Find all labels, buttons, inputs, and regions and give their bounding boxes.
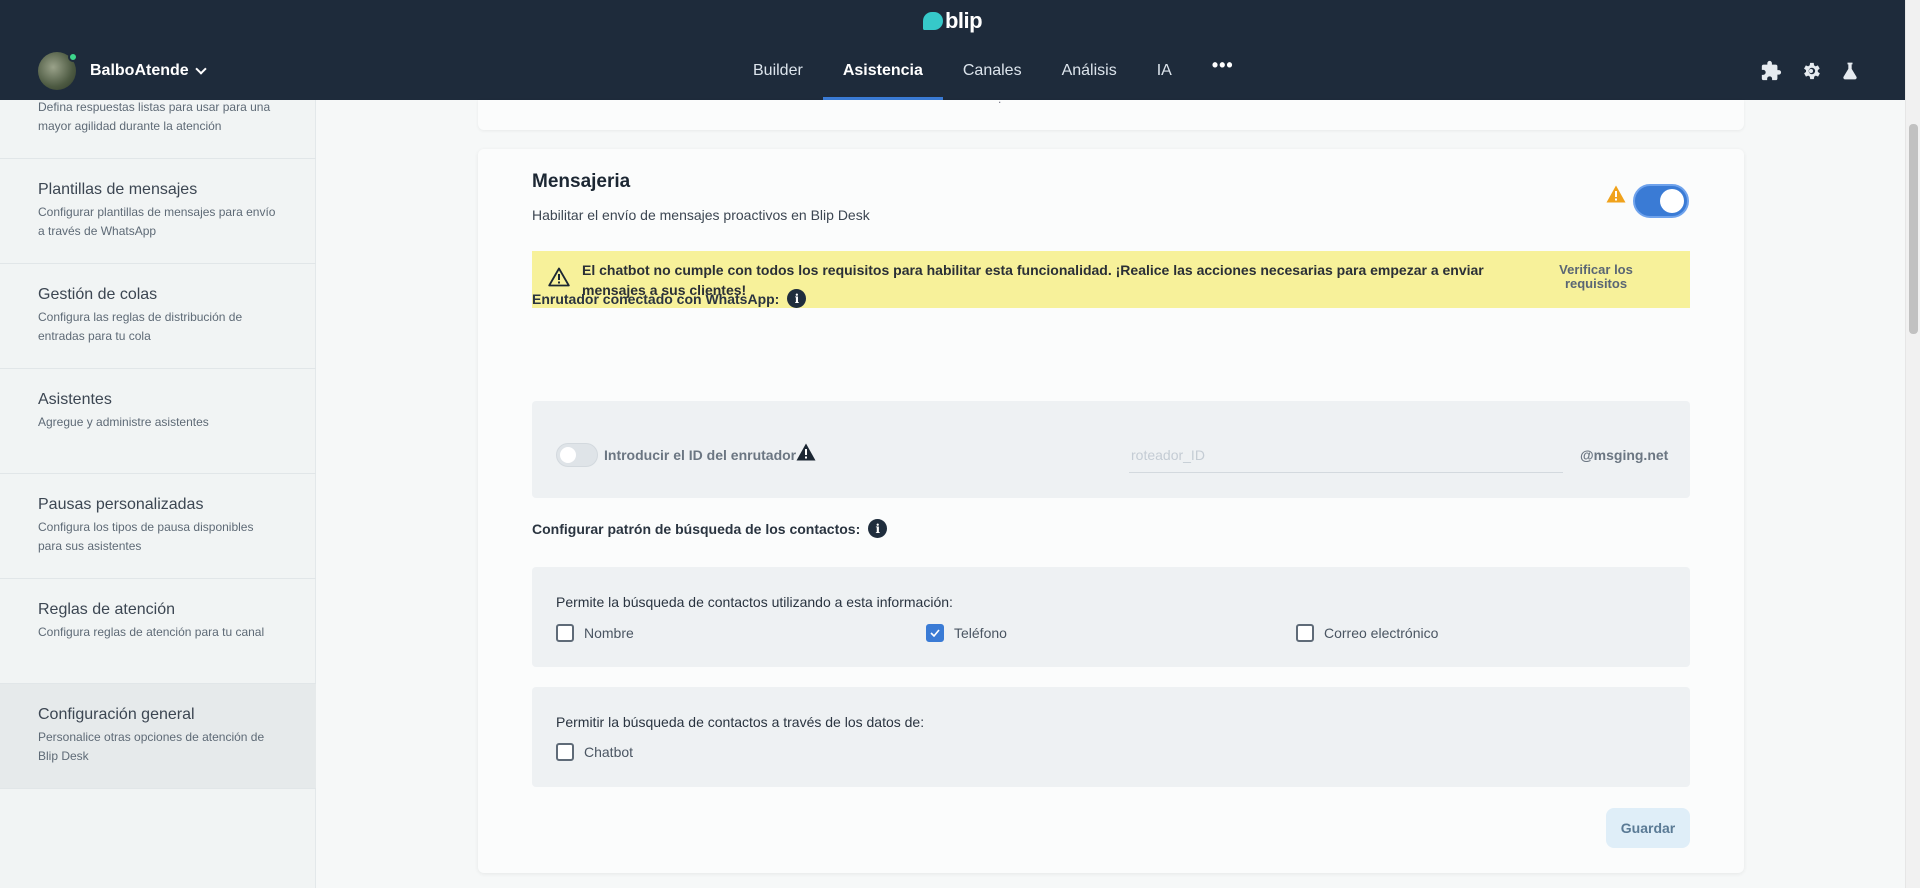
sidebar-item-title: Reglas de atención bbox=[38, 601, 175, 618]
router-section-label: Enrutador conectado con WhatsApp: i bbox=[532, 289, 807, 308]
sidebar-item-desc: Configurar plantillas de mensajes para e… bbox=[38, 205, 276, 238]
sidebar-item-desc: Configura reglas de atención para tu can… bbox=[38, 625, 265, 639]
verify-requirements-link[interactable]: Verificar los requisitos bbox=[1536, 263, 1656, 291]
router-panel: Introducir el ID del enrutador @msging.n… bbox=[532, 401, 1690, 498]
checkbox-correo[interactable]: Correo electrónico bbox=[1296, 624, 1438, 642]
previous-section-text: . bbox=[998, 92, 1002, 106]
brand-logo[interactable]: blip bbox=[0, 8, 1905, 34]
online-status-icon bbox=[68, 52, 78, 62]
save-button[interactable]: Guardar bbox=[1606, 808, 1690, 848]
search-data-panel: Permitir la búsqueda de contactos a trav… bbox=[532, 687, 1690, 787]
checkbox-label: Chatbot bbox=[584, 744, 634, 760]
router-id-label: Introducir el ID del enrutador bbox=[604, 447, 797, 463]
scrollbar-thumb[interactable] bbox=[1909, 124, 1918, 334]
user-menu[interactable]: BalboAtende bbox=[38, 52, 207, 90]
sidebar-item-title: Gestión de colas bbox=[38, 286, 158, 303]
user-name[interactable]: BalboAtende bbox=[90, 62, 207, 80]
toggle-knob bbox=[1660, 189, 1684, 213]
search-data-prompt: Permitir la búsqueda de contactos a trav… bbox=[556, 714, 925, 730]
router-domain-suffix: @msging.net bbox=[1580, 447, 1669, 463]
sidebar-item-desc: Personalice otras opciones de atención d… bbox=[38, 730, 265, 763]
user-name-label: BalboAtende bbox=[90, 62, 189, 79]
nav-builder[interactable]: Builder bbox=[733, 50, 823, 100]
avatar[interactable] bbox=[38, 52, 78, 90]
router-warning-icon[interactable] bbox=[796, 443, 816, 466]
sidebar-item-asistentes[interactable]: Asistentes Agregue y administre asistent… bbox=[0, 369, 316, 474]
router-id-toggle[interactable] bbox=[556, 443, 598, 467]
checkbox-label: Nombre bbox=[584, 625, 634, 641]
chevron-down-icon bbox=[195, 62, 207, 75]
search-pattern-section-label: Configurar patrón de búsqueda de los con… bbox=[532, 519, 888, 538]
checkbox-nombre[interactable]: Nombre bbox=[556, 624, 634, 642]
sidebar-item-title: Pausas personalizadas bbox=[38, 496, 204, 513]
sidebar-item-colas[interactable]: Gestión de colas Configura las reglas de… bbox=[0, 264, 316, 369]
sidebar-item-title: Asistentes bbox=[38, 391, 112, 408]
sidebar-item-desc: Configura las reglas de distribución de … bbox=[38, 310, 243, 343]
section-subtitle: Habilitar el envío de mensajes proactivo… bbox=[532, 207, 870, 223]
sidebar-item-desc: Defina respuestas listas para usar para … bbox=[38, 100, 271, 133]
checkbox-label: Correo electrónico bbox=[1324, 625, 1439, 641]
brand-name: blip bbox=[944, 8, 983, 33]
checkbox-box bbox=[556, 624, 574, 642]
toolbar-icons bbox=[1760, 60, 1860, 82]
top-bar: blip BalboAtende Builder Asistencia Cana… bbox=[0, 0, 1905, 100]
router-label: Enrutador conectado con WhatsApp: bbox=[532, 290, 780, 307]
sidebar-item-desc: Agregue y administre asistentes bbox=[38, 415, 209, 429]
nav-ia[interactable]: IA bbox=[1137, 50, 1192, 100]
puzzle-icon[interactable] bbox=[1760, 60, 1782, 82]
search-pattern-label: Configurar patrón de búsqueda de los con… bbox=[532, 520, 861, 537]
toggle-knob bbox=[560, 447, 576, 463]
section-title: Mensajeria bbox=[532, 171, 631, 192]
warning-icon[interactable] bbox=[1606, 185, 1626, 208]
nav-analisis[interactable]: Análisis bbox=[1042, 50, 1137, 100]
sidebar-item-title: Configuración general bbox=[38, 706, 195, 723]
sidebar-item-title: Plantillas de mensajes bbox=[38, 181, 198, 198]
gear-icon[interactable] bbox=[1800, 60, 1822, 82]
checkmark-icon bbox=[930, 629, 940, 637]
sidebar-item-pausas[interactable]: Pausas personalizadas Configura los tipo… bbox=[0, 474, 316, 579]
sidebar-item-configuracion[interactable]: Configuración general Personalice otras … bbox=[0, 684, 316, 789]
sidebar-item-reglas[interactable]: Reglas de atención Configura reglas de a… bbox=[0, 579, 316, 684]
info-icon[interactable]: i bbox=[787, 289, 807, 308]
blip-logo-icon bbox=[922, 12, 943, 30]
checkbox-telefono[interactable]: Teléfono bbox=[926, 624, 1007, 642]
info-icon[interactable]: i bbox=[868, 519, 888, 538]
search-info-panel: Permite la búsqueda de contactos utiliza… bbox=[532, 567, 1690, 667]
messaging-card: Mensajeria Habilitar el envío de mensaje… bbox=[478, 149, 1744, 873]
nav-canales[interactable]: Canales bbox=[943, 50, 1042, 100]
checkbox-box bbox=[1296, 624, 1314, 642]
main-nav: Builder Asistencia Canales Análisis IA •… bbox=[733, 50, 1254, 100]
router-id-input[interactable] bbox=[1129, 437, 1563, 473]
settings-sidebar: Defina respuestas listas para usar para … bbox=[0, 100, 316, 888]
flask-icon[interactable] bbox=[1840, 60, 1860, 82]
checkbox-box bbox=[556, 743, 574, 761]
sidebar-item-desc: Configura los tipos de pausa disponibles… bbox=[38, 520, 254, 553]
checkbox-box bbox=[926, 624, 944, 642]
nav-asistencia[interactable]: Asistencia bbox=[822, 50, 943, 100]
more-menu-icon[interactable]: ••• bbox=[1192, 50, 1254, 100]
messaging-toggle[interactable] bbox=[1633, 184, 1689, 218]
checkbox-label: Teléfono bbox=[954, 625, 1007, 641]
checkbox-chatbot[interactable]: Chatbot bbox=[556, 743, 633, 761]
previous-section-card: . bbox=[478, 92, 1744, 130]
search-info-prompt: Permite la búsqueda de contactos utiliza… bbox=[556, 594, 953, 610]
page-scrollbar[interactable] bbox=[1905, 0, 1920, 888]
sidebar-item-plantillas[interactable]: Plantillas de mensajes Configurar planti… bbox=[0, 159, 316, 264]
